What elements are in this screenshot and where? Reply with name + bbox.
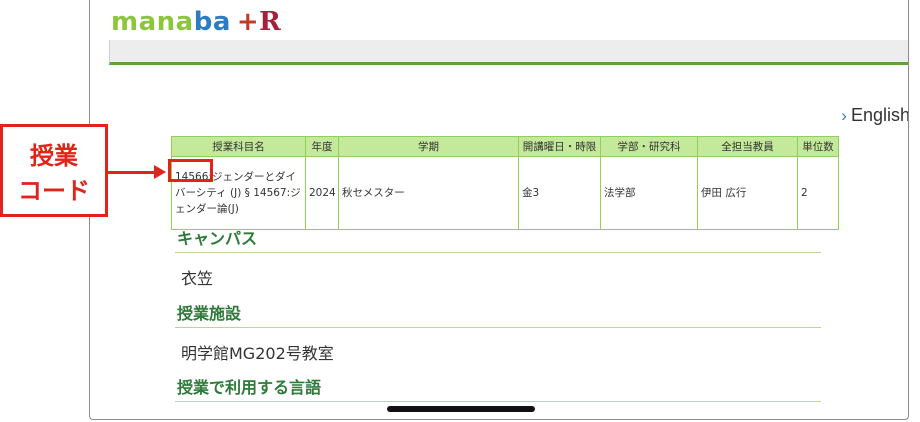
callout-label-line2: コード xyxy=(18,177,90,205)
home-indicator[interactable] xyxy=(387,406,535,412)
cell-term: 秋セメスター xyxy=(338,156,519,230)
annotation-arrow-icon xyxy=(154,165,166,179)
course-info-table: 授業科目名 年度 学期 開講曜日・時限 学部・研究科 全担当教員 単位数 145… xyxy=(171,136,839,230)
header-course-name: 授業科目名 xyxy=(171,136,306,157)
header-term: 学期 xyxy=(338,136,519,157)
header-bar xyxy=(109,40,908,65)
section-value: 明学館MG202号教室 xyxy=(181,344,334,363)
section-title: キャンパス xyxy=(175,228,821,253)
section-title: 授業で利用する言語 xyxy=(175,377,821,402)
language-section: 授業で利用する言語 xyxy=(175,377,821,402)
callout-label-line1: 授業 xyxy=(30,142,78,170)
campus-section: キャンパス 衣笠 xyxy=(175,228,821,289)
header-instructor: 全担当教員 xyxy=(697,136,798,157)
header-period: 開講曜日・時限 xyxy=(518,136,601,157)
table-header-row: 授業科目名 年度 学期 開講曜日・時限 学部・研究科 全担当教員 単位数 xyxy=(171,136,839,157)
header-year: 年度 xyxy=(305,136,339,157)
facility-section: 授業施設 明学館MG202号教室 xyxy=(175,303,821,364)
section-value: 衣笠 xyxy=(181,269,214,288)
cell-period: 金3 xyxy=(518,156,601,230)
english-link[interactable]: › English xyxy=(841,105,908,126)
header-credits: 単位数 xyxy=(797,136,839,157)
cell-credits: 2 xyxy=(797,156,839,230)
browser-frame: manaba +R › English 授業科目名 年度 学期 開講曜日・時限 学部… xyxy=(89,0,909,420)
cell-year: 2024 xyxy=(305,156,339,230)
chevron-right-icon: › xyxy=(841,106,847,125)
annotation-arrow-shaft xyxy=(108,171,156,174)
cell-instructor: 伊田 広行 xyxy=(697,156,798,230)
header-faculty: 学部・研究科 xyxy=(600,136,698,157)
cell-faculty: 法学部 xyxy=(600,156,698,230)
course-code-highlight xyxy=(168,159,213,182)
annotation-callout: 授業 コード xyxy=(0,124,108,217)
section-title: 授業施設 xyxy=(175,303,821,328)
manaba-logo[interactable]: manaba +R xyxy=(111,7,281,37)
table-row: 14566:ジェンダーとダイバーシティ (J) § 14567:ジェンダー論(J… xyxy=(171,156,839,230)
